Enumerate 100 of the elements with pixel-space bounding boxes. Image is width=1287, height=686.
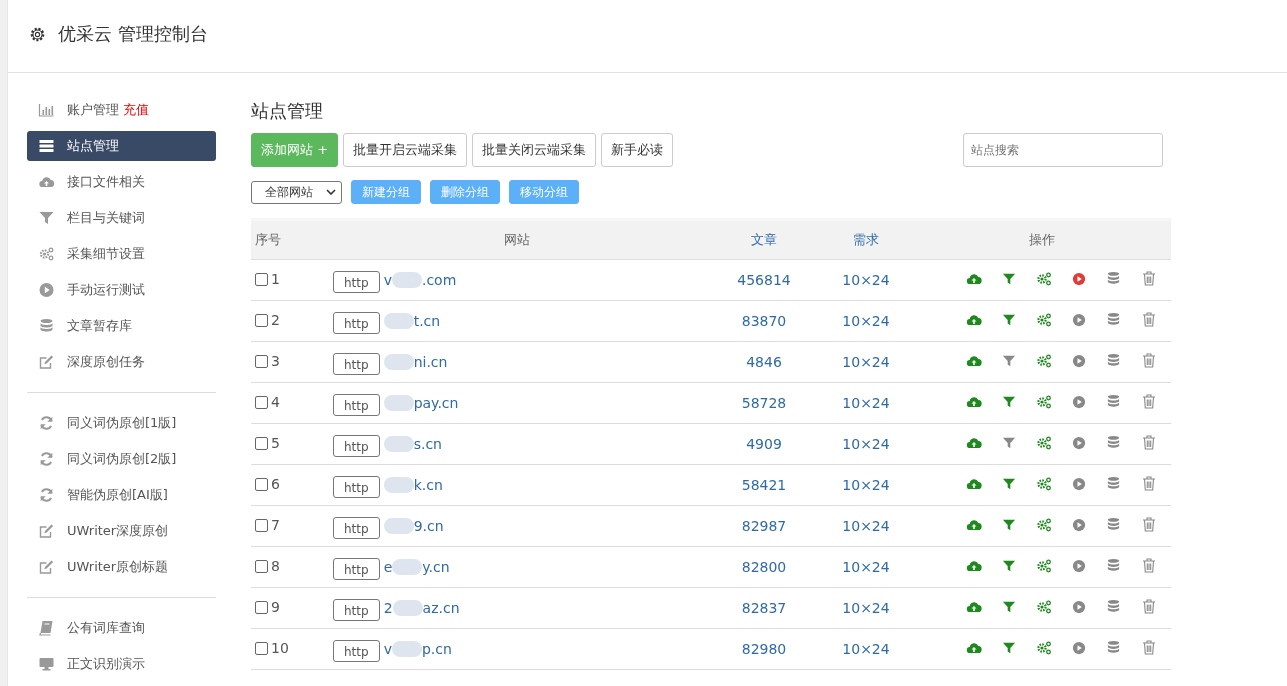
toolbar-button[interactable]: 批量开启云端采集: [343, 133, 468, 167]
list-icon: [38, 138, 55, 154]
filter-icon[interactable]: [1002, 640, 1016, 655]
filter-icon[interactable]: [1002, 517, 1016, 532]
row-number: 5: [271, 435, 280, 452]
trash-icon[interactable]: [1141, 434, 1157, 452]
filter-icon[interactable]: [1002, 476, 1016, 491]
row-checkbox[interactable]: [255, 313, 268, 327]
sidebar-item[interactable]: 接口文件相关: [27, 167, 216, 197]
sidebar-item[interactable]: 采集细节设置: [27, 239, 216, 269]
site-domain[interactable]: az.cn: [422, 600, 460, 616]
database-icon[interactable]: [1106, 558, 1121, 574]
sidebar-item[interactable]: 栏目与关键词: [27, 203, 216, 233]
trash-icon[interactable]: [1141, 598, 1157, 616]
gears-icon[interactable]: [1036, 557, 1052, 574]
gears-icon[interactable]: [1036, 393, 1052, 410]
site-domain[interactable]: y.cn: [422, 559, 450, 575]
row-checkbox[interactable]: [255, 477, 268, 491]
trash-icon[interactable]: [1141, 557, 1157, 575]
play-icon[interactable]: [1072, 353, 1086, 368]
sidebar-item[interactable]: 站点管理: [27, 131, 216, 161]
trash-icon[interactable]: [1141, 270, 1157, 288]
site-domain[interactable]: .com: [421, 272, 457, 288]
row-checkbox[interactable]: [255, 395, 268, 409]
play-icon[interactable]: [1072, 558, 1086, 573]
gears-icon[interactable]: [1036, 270, 1052, 287]
sidebar-item[interactable]: 账户管理 充值: [27, 95, 216, 125]
recharge-link[interactable]: 充值: [123, 101, 149, 119]
database-icon[interactable]: [1106, 353, 1121, 369]
sidebar-item[interactable]: UWriter原创标题: [27, 552, 216, 582]
filter-icon[interactable]: [1002, 271, 1016, 286]
trash-icon[interactable]: [1141, 311, 1157, 329]
row-checkbox[interactable]: [255, 436, 268, 450]
site-domain[interactable]: k.cn: [413, 477, 443, 493]
article-count: 82800: [741, 559, 787, 575]
site-domain[interactable]: s.cn: [413, 436, 442, 452]
row-checkbox[interactable]: [255, 272, 268, 286]
play-icon[interactable]: [1072, 312, 1086, 327]
filter-icon[interactable]: [1002, 599, 1016, 614]
gears-icon[interactable]: [1036, 352, 1052, 369]
database-icon[interactable]: [1106, 312, 1121, 328]
site-domain[interactable]: ni.cn: [413, 354, 448, 370]
row-checkbox[interactable]: [255, 641, 268, 655]
play-icon[interactable]: [1072, 394, 1086, 409]
database-icon[interactable]: [1106, 394, 1121, 410]
gears-icon[interactable]: [1036, 434, 1052, 451]
play-icon[interactable]: [1072, 271, 1086, 286]
gears-icon[interactable]: [1036, 475, 1052, 492]
play-icon[interactable]: [1072, 640, 1086, 655]
site-domain[interactable]: 9.cn: [413, 518, 444, 534]
row-checkbox[interactable]: [255, 559, 268, 573]
play-icon[interactable]: [1072, 599, 1086, 614]
site-domain[interactable]: pay.cn: [413, 395, 459, 411]
sidebar-item[interactable]: 文章暂存库: [27, 311, 216, 341]
gears-icon[interactable]: [1036, 311, 1052, 328]
trash-icon[interactable]: [1141, 639, 1157, 657]
filter-icon[interactable]: [1002, 312, 1016, 327]
sidebar-item[interactable]: 正文识别演示: [27, 649, 216, 679]
database-icon[interactable]: [1106, 271, 1121, 287]
database-icon[interactable]: [1106, 517, 1121, 533]
row-checkbox[interactable]: [255, 354, 268, 368]
toolbar-button[interactable]: 新手必读: [601, 133, 674, 167]
trash-icon[interactable]: [1141, 352, 1157, 370]
gears-icon[interactable]: [1036, 639, 1052, 656]
toolbar-button[interactable]: 批量关闭云端采集: [472, 133, 597, 167]
group-select[interactable]: 全部网站: [251, 180, 342, 204]
filter-icon[interactable]: [1002, 353, 1016, 368]
sidebar-item[interactable]: 同义词伪原创[1版]: [27, 408, 216, 438]
article-count: 83870: [741, 313, 787, 329]
demand-value: 10×24: [842, 395, 890, 411]
database-icon[interactable]: [1106, 640, 1121, 656]
site-domain[interactable]: t.cn: [413, 313, 441, 329]
protocol-tag: http: [333, 353, 380, 375]
play-icon[interactable]: [1072, 435, 1086, 450]
trash-icon[interactable]: [1141, 516, 1157, 534]
filter-icon[interactable]: [1002, 435, 1016, 450]
sidebar-item[interactable]: 智能伪原创[AI版]: [27, 480, 216, 510]
row-checkbox[interactable]: [255, 600, 268, 614]
site-domain[interactable]: p.cn: [421, 641, 452, 657]
trash-icon[interactable]: [1141, 475, 1157, 493]
play-icon[interactable]: [1072, 476, 1086, 491]
sidebar-item[interactable]: 同义词伪原创[2版]: [27, 444, 216, 474]
gears-icon: [38, 246, 55, 262]
database-icon[interactable]: [1106, 599, 1121, 615]
filter-icon[interactable]: [1002, 394, 1016, 409]
sidebar-item[interactable]: 手动运行测试: [27, 275, 216, 305]
sidebar-item[interactable]: 公有词库查询: [27, 613, 216, 643]
gears-icon[interactable]: [1036, 598, 1052, 615]
database-icon[interactable]: [1106, 435, 1121, 451]
play-icon[interactable]: [1072, 517, 1086, 532]
filter-icon[interactable]: [1002, 558, 1016, 573]
database-icon[interactable]: [1106, 476, 1121, 492]
trash-icon[interactable]: [1141, 393, 1157, 411]
row-number: 2: [271, 312, 280, 329]
sidebar-item[interactable]: 深度原创任务: [27, 347, 216, 377]
sidebar-item[interactable]: UWriter深度原创: [27, 516, 216, 546]
search-field[interactable]: 站点搜索: [963, 133, 1163, 167]
row-checkbox[interactable]: [255, 518, 268, 532]
article-count: 4909: [746, 436, 782, 452]
gears-icon[interactable]: [1036, 516, 1052, 533]
